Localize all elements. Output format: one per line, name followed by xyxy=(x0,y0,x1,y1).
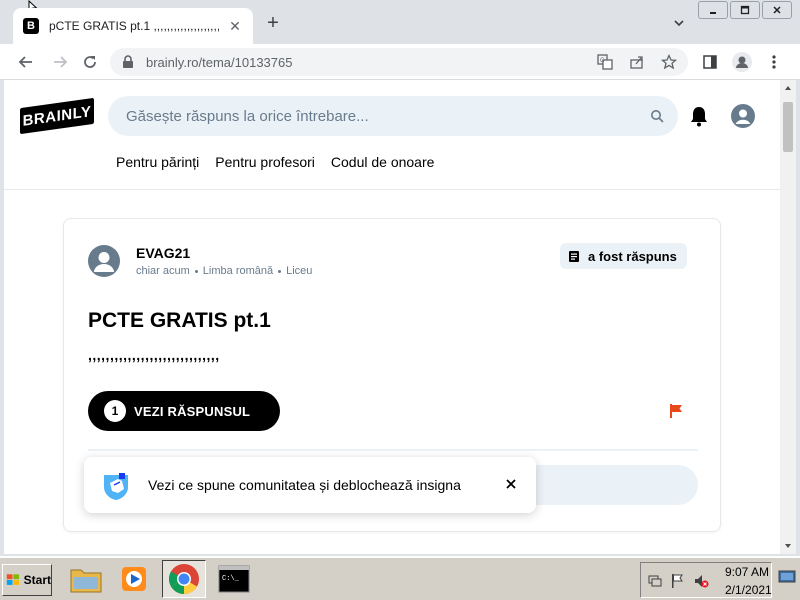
badge-hand-icon xyxy=(104,473,128,500)
community-badge-toast: Vezi ce spune comunitatea și deblochează… xyxy=(84,457,536,513)
scrollbar-thumb[interactable] xyxy=(783,102,793,152)
report-flag-icon[interactable] xyxy=(668,403,684,419)
search-input[interactable]: Găsește răspuns la orice întrebare... xyxy=(108,96,678,136)
page-viewport: BRAINLY Găsește răspuns la orice întreba… xyxy=(4,80,780,554)
network-icon[interactable] xyxy=(647,573,663,589)
show-desktop-icon[interactable] xyxy=(778,568,796,586)
nav-link-parents[interactable]: Pentru părinți xyxy=(116,154,199,170)
user-avatar-icon[interactable] xyxy=(731,104,755,128)
svg-text:G: G xyxy=(600,58,605,64)
clock-date[interactable]: 2/1/2021 xyxy=(725,583,772,597)
system-tray: 9:07 AM 2/1/2021 xyxy=(640,562,772,598)
close-tab-icon[interactable]: ✕ xyxy=(227,18,243,34)
answered-status-badge: a fost răspuns xyxy=(560,243,687,269)
see-answer-label: VEZI RĂSPUNSUL xyxy=(134,403,251,419)
windows-logo-icon xyxy=(6,574,20,585)
share-icon[interactable] xyxy=(628,53,646,71)
chrome-icon xyxy=(168,564,199,595)
document-icon xyxy=(569,250,579,262)
taskbar-chrome[interactable] xyxy=(162,560,206,598)
profile-avatar-icon[interactable] xyxy=(730,50,754,74)
svg-text:C:\_: C:\_ xyxy=(222,575,240,583)
question-title: PCTE GRATIS pt.1 xyxy=(88,309,271,332)
folder-icon xyxy=(70,569,102,593)
sub-navigation: Pentru părinți Pentru profesori Codul de… xyxy=(116,154,434,170)
reload-button[interactable] xyxy=(78,50,102,74)
window-controls xyxy=(698,1,792,19)
answered-status-label: a fost răspuns xyxy=(588,248,677,264)
volume-muted-icon[interactable] xyxy=(693,573,709,589)
notifications-bell-icon[interactable] xyxy=(688,105,710,127)
meta-separator xyxy=(278,269,282,273)
browser-toolbar: brainly.ro/tema/10133765 G xyxy=(0,44,800,80)
action-center-flag-icon[interactable] xyxy=(669,573,685,589)
browser-menu-icon[interactable] xyxy=(762,50,786,74)
tab-bar: B pCTE GRATIS pt.1 ,,,,,,,,,,,,,,,,,,,,,… xyxy=(0,0,800,44)
command-prompt-icon: C:\_ xyxy=(218,565,250,593)
scroll-down-arrow-icon[interactable] xyxy=(784,542,792,550)
scroll-up-arrow-icon[interactable] xyxy=(784,84,792,92)
divider xyxy=(88,449,698,451)
page-scrollbar[interactable] xyxy=(780,80,796,554)
new-tab-button[interactable]: + xyxy=(262,13,284,35)
side-panel-icon[interactable] xyxy=(698,50,722,74)
close-window-button[interactable] xyxy=(762,1,792,19)
question-level: Liceu xyxy=(286,265,313,277)
windows-taskbar: Start C:\_ 9:07 AM 2/1/2021 xyxy=(0,556,800,600)
taskbar-explorer[interactable] xyxy=(64,560,108,598)
question-body: ,,,,,,,,,,,,,,,,,,,,,,,,,,,,,, xyxy=(88,347,220,363)
bookmark-star-icon[interactable] xyxy=(660,53,678,71)
question-subject[interactable]: Limba română xyxy=(203,265,273,277)
start-label: Start xyxy=(23,573,51,587)
search-icon[interactable] xyxy=(650,109,664,123)
browser-tab[interactable]: B pCTE GRATIS pt.1 ,,,,,,,,,,,,,,,,,,,,,… xyxy=(13,8,253,44)
question-time: chiar acum xyxy=(136,265,190,277)
search-placeholder: Găsește răspuns la orice întrebare... xyxy=(126,108,369,125)
taskbar-command-prompt[interactable]: C:\_ xyxy=(212,560,256,598)
lock-icon[interactable] xyxy=(122,55,134,69)
nav-link-teachers[interactable]: Pentru profesori xyxy=(215,154,315,170)
media-player-icon xyxy=(122,567,146,591)
minimize-button[interactable] xyxy=(698,1,728,19)
brainly-favicon-icon: B xyxy=(23,18,39,34)
url-text[interactable]: brainly.ro/tema/10133765 xyxy=(146,55,292,70)
tab-title: pCTE GRATIS pt.1 ,,,,,,,,,,,,,,,,,,,,,,,… xyxy=(49,19,219,33)
tab-search-chevron-icon[interactable] xyxy=(672,16,686,30)
clock-time[interactable]: 9:07 AM xyxy=(725,565,769,579)
address-bar[interactable]: brainly.ro/tema/10133765 G xyxy=(110,48,688,76)
toast-message: Vezi ce spune comunitatea și deblochează… xyxy=(148,477,461,493)
author-name[interactable]: EVAG21 xyxy=(136,245,190,261)
taskbar-media-player[interactable] xyxy=(112,560,156,598)
meta-separator xyxy=(194,269,198,273)
back-button[interactable] xyxy=(14,50,38,74)
close-icon[interactable] xyxy=(502,475,520,493)
see-answer-button[interactable]: 1 VEZI RĂSPUNSUL xyxy=(88,391,280,431)
question-meta: chiar acum Limba română Liceu xyxy=(136,265,312,277)
answer-count-badge: 1 xyxy=(104,400,126,422)
maximize-button[interactable] xyxy=(730,1,760,19)
nav-link-honor-code[interactable]: Codul de onoare xyxy=(331,154,435,170)
brainly-logo[interactable]: BRAINLY xyxy=(20,97,94,135)
translate-icon[interactable]: G xyxy=(596,53,614,71)
forward-button[interactable] xyxy=(48,50,72,74)
author-avatar-icon[interactable] xyxy=(88,245,120,277)
start-button[interactable]: Start xyxy=(2,564,52,596)
site-header: BRAINLY Găsește răspuns la orice întreba… xyxy=(4,80,780,190)
